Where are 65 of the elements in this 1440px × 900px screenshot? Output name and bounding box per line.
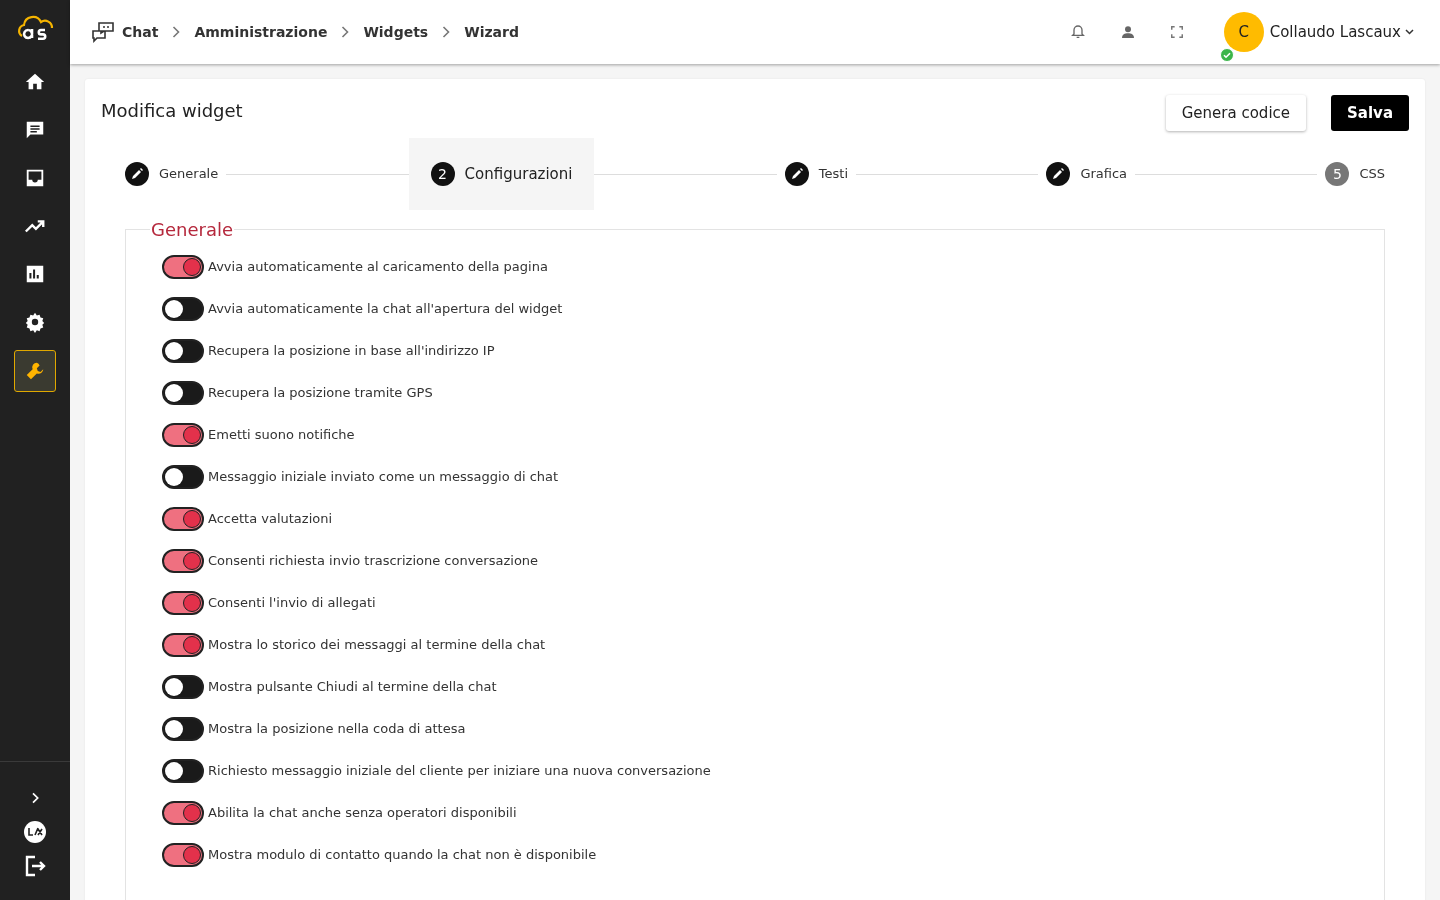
toggle-switch[interactable] [162, 633, 204, 657]
option-label: Avvia automaticamente la chat all'apertura del widget [208, 300, 563, 319]
breadcrumb-link[interactable]: Amministrazione [194, 21, 328, 43]
option-label: Abilita la chat anche senza operatori disponibili [208, 804, 517, 823]
option-label: Richiesto messaggio iniziale del cliente per iniziare una nuova conversazione [208, 762, 711, 781]
user-icon[interactable] [1119, 24, 1136, 40]
caret-icon [1405, 29, 1414, 35]
option-label: Emetti suono notifiche [208, 426, 355, 445]
pencil-icon [125, 162, 149, 186]
toggle-switch[interactable] [162, 381, 204, 405]
step-tab[interactable]: Grafica [1038, 138, 1136, 210]
option-label: Recupera la posizione tramite GPS [208, 384, 433, 403]
round-logo-icon[interactable] [23, 820, 47, 844]
toggle-switch[interactable] [162, 465, 204, 489]
fullscreen-icon[interactable] [1169, 25, 1184, 39]
toggle-switch[interactable] [162, 297, 204, 321]
step-tab[interactable]: 2 Configurazioni [408, 138, 595, 210]
logout-icon[interactable] [23, 854, 47, 878]
wrench-icon [24, 360, 46, 382]
option-label: Accetta valutazioni [208, 510, 333, 529]
pencil-icon [784, 162, 809, 186]
section-title: Generale [150, 218, 234, 242]
option-label: Mostra modulo di contatto quando la chat non è disponibile [208, 846, 597, 865]
option-label: Consenti richiesta invio trascrizione conversazione [208, 552, 539, 571]
chat-bubbles-icon [90, 21, 116, 43]
nav-button[interactable] [14, 350, 56, 392]
chevron-right-icon [172, 26, 181, 38]
toggle-switch[interactable] [162, 591, 204, 615]
step-number: 2 [430, 162, 455, 186]
user-avatar[interactable]: C [1223, 12, 1264, 52]
save-button[interactable]: Salva [1331, 95, 1409, 131]
step-tab[interactable]: 5 CSS [1317, 138, 1393, 210]
toggle-switch[interactable] [162, 843, 204, 867]
generate-code-button[interactable]: Genera codice [1165, 95, 1307, 131]
bell-icon[interactable] [1069, 24, 1086, 40]
step-tab[interactable]: Testi [776, 138, 857, 210]
option-label: Messaggio iniziale inviato come un messaggio di chat [208, 468, 559, 487]
toggle-switch[interactable] [162, 339, 204, 363]
toggle-switch[interactable] [162, 549, 204, 573]
toggle-switch[interactable] [162, 423, 204, 447]
toggle-switch[interactable] [162, 759, 204, 783]
pencil-icon [1046, 162, 1071, 186]
breadcrumb-link[interactable]: Widgets [363, 21, 429, 43]
option-label: Mostra la posizione nella coda di attesa [208, 720, 466, 739]
option-label: Recupera la posizione in base all'indirizzo IP [208, 342, 495, 361]
toggle-switch[interactable] [162, 507, 204, 531]
breadcrumb-link[interactable]: Chat [122, 21, 159, 43]
page-title: Modifica widget [101, 99, 243, 123]
option-label: Avvia automaticamente al caricamento della pagina [208, 258, 548, 277]
chevron-right-icon [442, 26, 451, 38]
user-menu[interactable]: Collaudo Lascaux [1269, 20, 1414, 44]
toggle-switch[interactable] [162, 801, 204, 825]
chart-icon [24, 263, 46, 285]
inbox-icon [24, 167, 46, 189]
settings-icon [24, 311, 46, 333]
option-label: Mostra pulsante Chiudi al termine della chat [208, 678, 497, 697]
chevron-right-icon [341, 26, 350, 38]
toggle-switch[interactable] [162, 717, 204, 741]
option-label: Consenti l'invio di allegati [208, 594, 376, 613]
breadcrumb-link[interactable]: Wizard [464, 21, 519, 43]
option-label: Mostra lo storico dei messaggi al termine della chat [208, 636, 546, 655]
step-number: 5 [1325, 162, 1350, 186]
toggle-switch[interactable] [162, 255, 204, 279]
step-tab[interactable]: Generale [117, 138, 227, 210]
toggle-switch[interactable] [162, 675, 204, 699]
